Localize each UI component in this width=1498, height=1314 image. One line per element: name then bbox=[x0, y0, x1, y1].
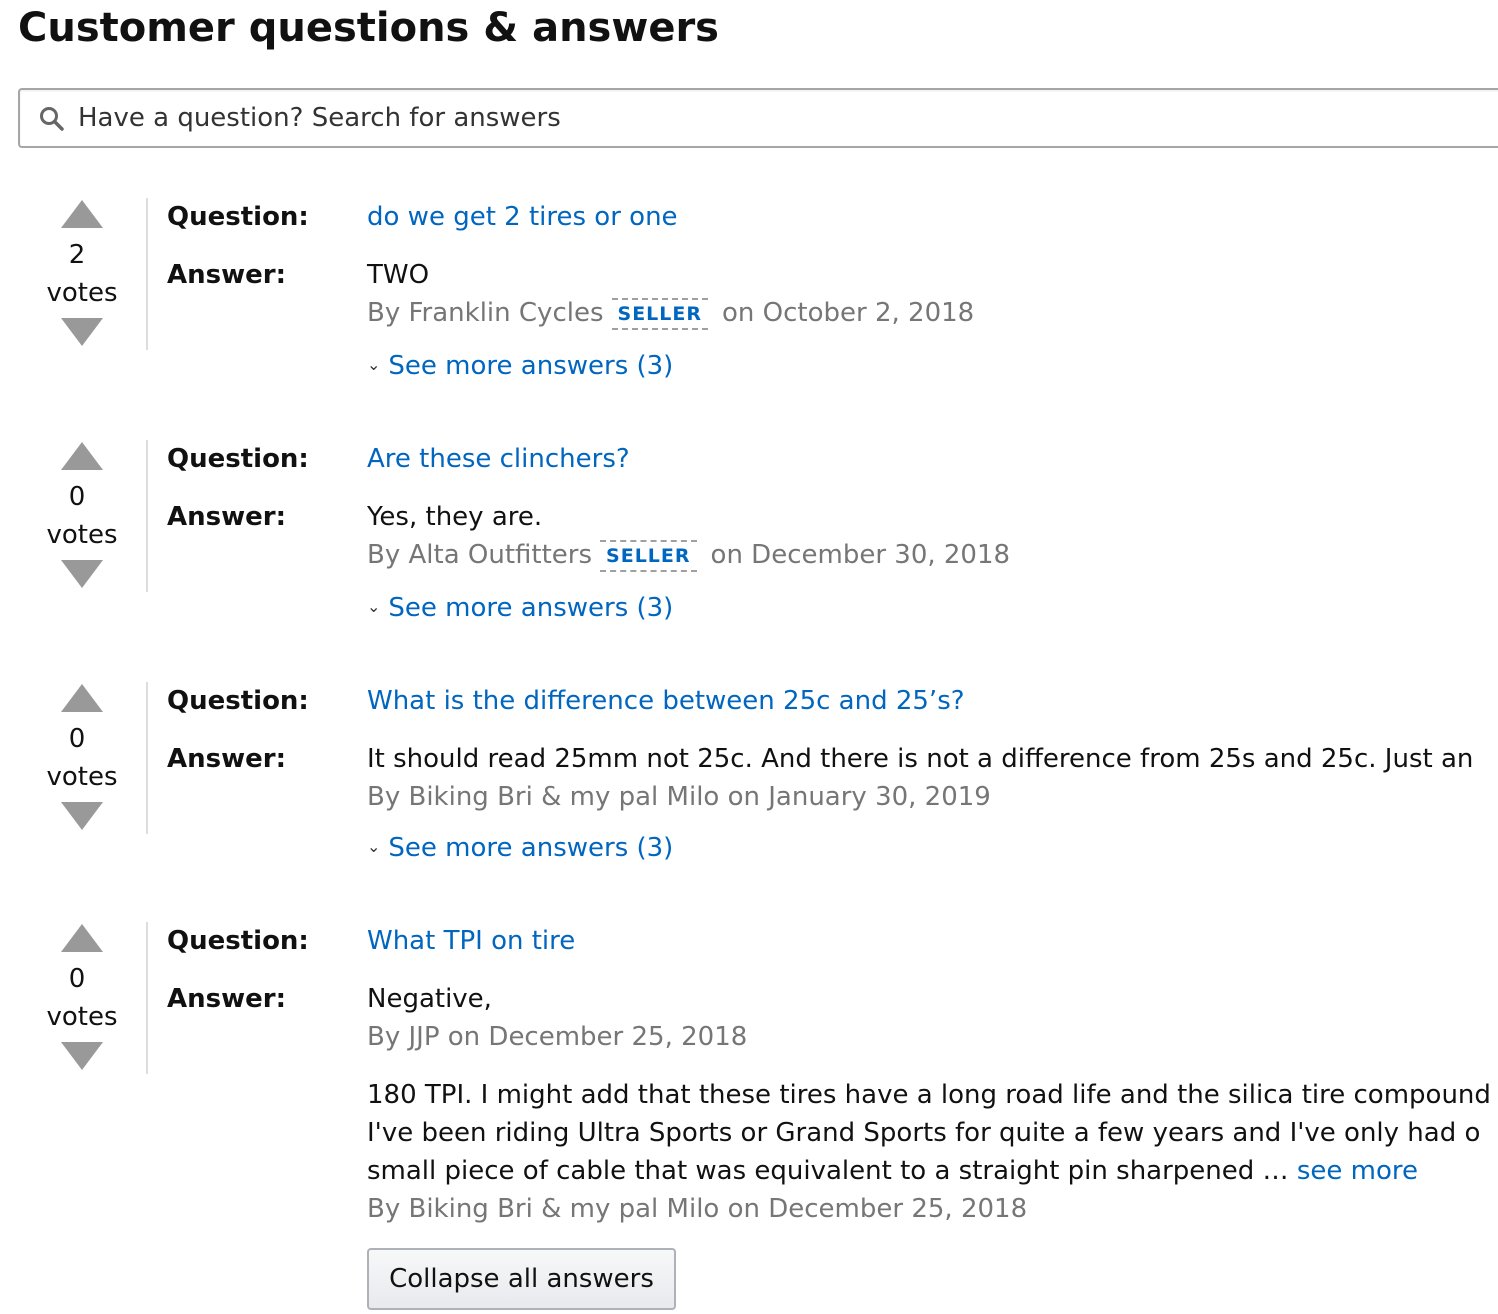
chevron-down-icon: ⌄ bbox=[367, 837, 381, 856]
votes-label: votes bbox=[46, 520, 118, 550]
answer-label: Answer: bbox=[167, 502, 286, 532]
answer-byline: By JJP on December 25, 2018 bbox=[367, 1022, 748, 1052]
see-more-answers-link[interactable]: ⌄ See more answers (3) bbox=[367, 588, 673, 627]
answer-byline: By Biking Bri & my pal Milo on December … bbox=[367, 1194, 1028, 1224]
downvote-arrow-icon[interactable] bbox=[61, 560, 103, 588]
answer-author: By Alta Outfitters bbox=[367, 540, 593, 570]
vote-divider bbox=[146, 922, 148, 1074]
answer-text-line: I've been riding Ultra Sports or Grand S… bbox=[367, 1118, 1481, 1148]
vote-count: 0 bbox=[68, 964, 86, 994]
see-more-answers-link[interactable]: ⌄ See more answers (3) bbox=[367, 828, 673, 867]
vote-divider bbox=[146, 198, 148, 350]
upvote-arrow-icon[interactable] bbox=[61, 200, 103, 228]
chevron-down-icon: ⌄ bbox=[367, 355, 381, 374]
search-box[interactable] bbox=[18, 88, 1498, 148]
downvote-arrow-icon[interactable] bbox=[61, 318, 103, 346]
answer-byline: By Franklin Cycles SELLER on October 2, 20… bbox=[367, 294, 974, 332]
chevron-down-icon: ⌄ bbox=[367, 597, 381, 616]
answer-byline: By Alta Outfitters SELLER on December 30, … bbox=[367, 536, 1010, 574]
answer-date: on December 30, 2018 bbox=[710, 540, 1011, 570]
question-label: Question: bbox=[167, 444, 309, 474]
upvote-arrow-icon[interactable] bbox=[61, 924, 103, 952]
upvote-arrow-icon[interactable] bbox=[61, 442, 103, 470]
see-more-answers-label: See more answers (3) bbox=[388, 593, 674, 623]
question-link[interactable]: Are these clinchers? bbox=[367, 440, 630, 478]
answer-label: Answer: bbox=[167, 984, 286, 1014]
question-link[interactable]: What is the difference between 25c and 2… bbox=[367, 682, 965, 720]
vote-divider bbox=[146, 440, 148, 592]
answer-text: TWO bbox=[367, 260, 430, 290]
see-more-link[interactable]: see more bbox=[1297, 1156, 1418, 1186]
answer-label: Answer: bbox=[167, 744, 286, 774]
downvote-arrow-icon[interactable] bbox=[61, 1042, 103, 1070]
vote-widget: 0 votes bbox=[40, 922, 124, 1070]
votes-label: votes bbox=[46, 1002, 118, 1032]
answer-byline: By Biking Bri & my pal Milo on January 3… bbox=[367, 782, 991, 812]
vote-count: 0 bbox=[68, 482, 86, 512]
question-label: Question: bbox=[167, 926, 309, 956]
answer-author: By Franklin Cycles bbox=[367, 298, 604, 328]
search-input[interactable] bbox=[78, 98, 1178, 138]
answer-date: on October 2, 2018 bbox=[722, 298, 975, 328]
seller-badge[interactable]: SELLER bbox=[611, 298, 709, 330]
page-title: Customer questions & answers bbox=[18, 5, 719, 51]
vote-widget: 2 votes bbox=[40, 198, 124, 346]
search-icon bbox=[40, 107, 64, 131]
votes-label: votes bbox=[46, 278, 118, 308]
vote-widget: 0 votes bbox=[40, 682, 124, 830]
downvote-arrow-icon[interactable] bbox=[61, 802, 103, 830]
votes-label: votes bbox=[46, 762, 118, 792]
answer-text: Yes, they are. bbox=[367, 502, 543, 532]
upvote-arrow-icon[interactable] bbox=[61, 684, 103, 712]
collapse-all-answers-button[interactable]: Collapse all answers bbox=[367, 1248, 676, 1310]
question-link[interactable]: do we get 2 tires or one bbox=[367, 198, 678, 236]
see-more-answers-label: See more answers (3) bbox=[388, 351, 674, 381]
question-label: Question: bbox=[167, 202, 309, 232]
answer-label: Answer: bbox=[167, 260, 286, 290]
answer-text: It should read 25mm not 25c. And there i… bbox=[367, 744, 1474, 774]
see-more-answers-label: See more answers (3) bbox=[388, 833, 674, 863]
seller-badge[interactable]: SELLER bbox=[600, 540, 697, 572]
answer-text-line-with-link: small piece of cable that was equivalent… bbox=[367, 1152, 1498, 1190]
answer-text-truncated: small piece of cable that was equivalent… bbox=[367, 1156, 1289, 1186]
vote-count: 0 bbox=[68, 724, 86, 754]
vote-widget: 0 votes bbox=[40, 440, 124, 588]
answer-text: Negative, bbox=[367, 984, 492, 1014]
question-label: Question: bbox=[167, 686, 309, 716]
answer-text-line: 180 TPI. I might add that these tires ha… bbox=[367, 1080, 1491, 1110]
vote-count: 2 bbox=[68, 240, 86, 270]
expanded-answer: 180 TPI. I might add that these tires ha… bbox=[367, 1076, 1498, 1190]
question-link[interactable]: What TPI on tire bbox=[367, 922, 575, 960]
vote-divider bbox=[146, 682, 148, 834]
see-more-answers-link[interactable]: ⌄ See more answers (3) bbox=[367, 346, 673, 385]
